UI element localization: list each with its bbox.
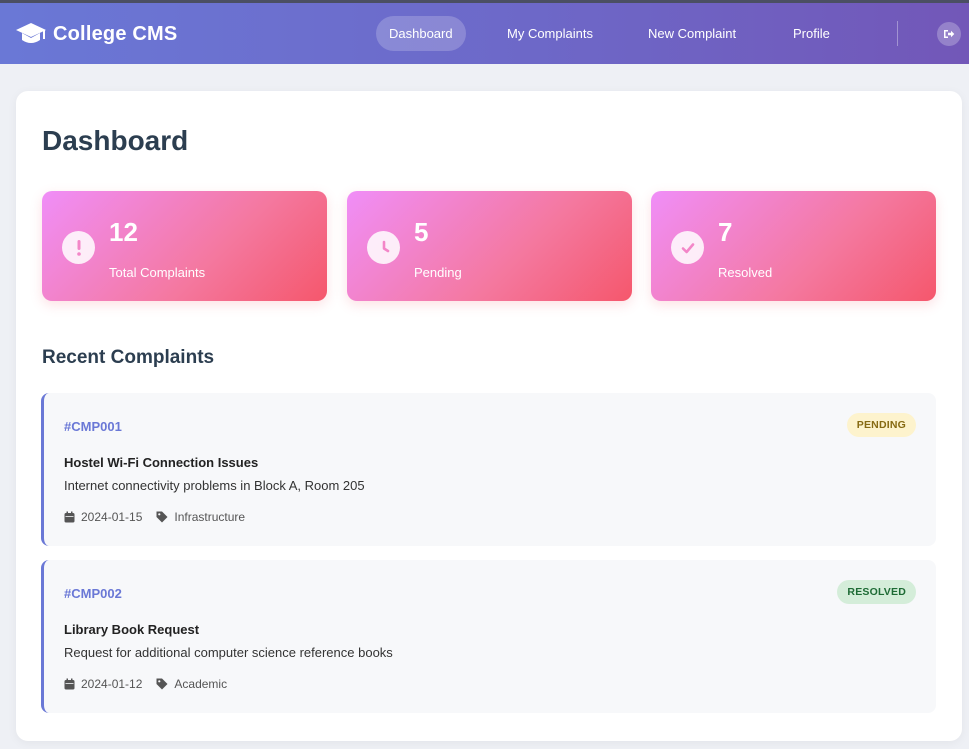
page-title: Dashboard [42, 125, 189, 156]
sign-out-icon [944, 30, 955, 38]
stat-value: 12 [109, 217, 138, 247]
complaint-title: Library Book Request [64, 622, 200, 637]
complaint-date-text: 2024-01-12 [81, 677, 143, 691]
calendar-icon [64, 678, 75, 690]
graduation-cap-icon [16, 23, 46, 43]
complaint-item[interactable]: #CMP001 PENDING Hostel Wi-Fi Connection … [41, 393, 936, 546]
tag-icon [156, 678, 168, 690]
complaint-meta: 2024-01-15 Infrastructure [64, 510, 259, 524]
logout-button[interactable] [937, 22, 961, 46]
stat-card-pending: 5 Pending [347, 191, 632, 301]
complaint-description: Internet connectivity problems in Block … [64, 478, 365, 493]
complaint-category-text: Infrastructure [174, 510, 246, 524]
complaint-meta: 2024-01-12 Academic [64, 677, 241, 691]
nav-dashboard[interactable]: Dashboard [376, 16, 466, 51]
exclamation-icon [62, 231, 95, 264]
complaint-item[interactable]: #CMP002 RESOLVED Library Book Request Re… [41, 560, 936, 713]
dashboard-card: Dashboard 12 Total Complaints 5 Pending … [16, 91, 962, 741]
complaint-id[interactable]: #CMP002 [64, 586, 122, 601]
status-badge: PENDING [846, 413, 916, 437]
status-badge: RESOLVED [837, 580, 916, 604]
nav-profile[interactable]: Profile [780, 16, 843, 51]
complaint-date: 2024-01-12 [64, 677, 142, 691]
nav-divider [897, 21, 898, 46]
clock-icon [367, 231, 400, 264]
nav-my-complaints[interactable]: My Complaints [494, 16, 606, 51]
stat-label: Total Complaints [109, 265, 206, 280]
stat-label: Pending [414, 265, 462, 280]
brand-name: College CMS [53, 22, 178, 45]
complaint-date: 2024-01-15 [64, 510, 142, 524]
stat-value: 5 [414, 217, 429, 247]
check-circle-icon [671, 231, 704, 264]
complaint-date-text: 2024-01-15 [81, 510, 143, 524]
complaint-category-text: Academic [174, 677, 228, 691]
complaint-description: Request for additional computer science … [64, 645, 393, 660]
brand[interactable]: College CMS [15, 20, 177, 48]
complaint-category: Infrastructure [156, 510, 245, 524]
stat-value: 7 [718, 217, 733, 247]
stat-card-total: 12 Total Complaints [42, 191, 327, 301]
recent-complaints-heading: Recent Complaints [42, 347, 215, 368]
tag-icon [156, 511, 168, 523]
stat-card-resolved: 7 Resolved [651, 191, 936, 301]
stat-label: Resolved [718, 265, 773, 280]
complaint-title: Hostel Wi-Fi Connection Issues [64, 455, 259, 470]
calendar-icon [64, 511, 75, 523]
nav-new-complaint[interactable]: New Complaint [635, 16, 749, 51]
complaint-category: Academic [156, 677, 227, 691]
complaint-id[interactable]: #CMP001 [64, 419, 122, 434]
navbar: College CMS Dashboard My Complaints New … [0, 3, 969, 64]
